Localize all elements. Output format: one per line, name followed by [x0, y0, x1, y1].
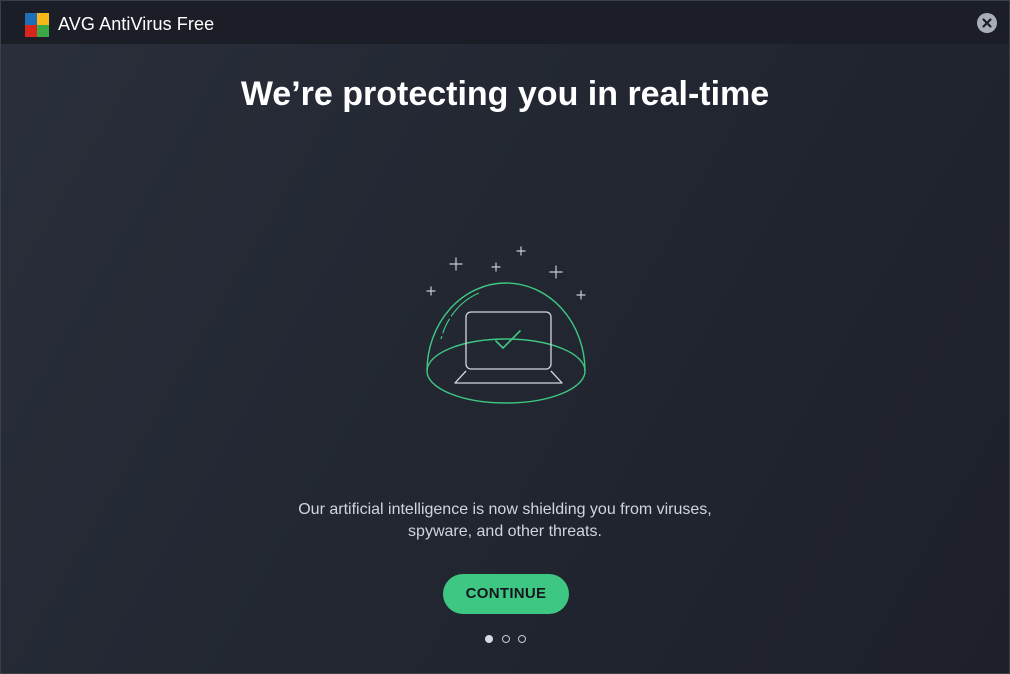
pagination-dot-1[interactable] [485, 635, 493, 643]
description-line: spyware, and other threats. [408, 523, 602, 540]
title-bar[interactable]: AVG AntiVirus Free [1, 1, 1009, 44]
close-button[interactable] [977, 13, 997, 33]
close-icon [982, 18, 992, 28]
avg-logo-icon [25, 13, 49, 37]
app-title: AVG AntiVirus Free [58, 14, 215, 34]
app-window: AVG AntiVirus Free We’re protecting you … [0, 0, 1010, 674]
description-line: Our artificial intelligence is now shiel… [298, 501, 712, 518]
shielded-laptop-icon [426, 246, 586, 404]
description-text: Our artificial intelligence is now shiel… [255, 499, 755, 543]
page-title: We’re protecting you in real-time [240, 75, 770, 113]
continue-button[interactable]: CONTINUE [443, 574, 569, 614]
pagination-dot-2[interactable] [502, 635, 510, 643]
pagination-dot-3[interactable] [518, 635, 526, 643]
pagination-dots [485, 635, 529, 645]
